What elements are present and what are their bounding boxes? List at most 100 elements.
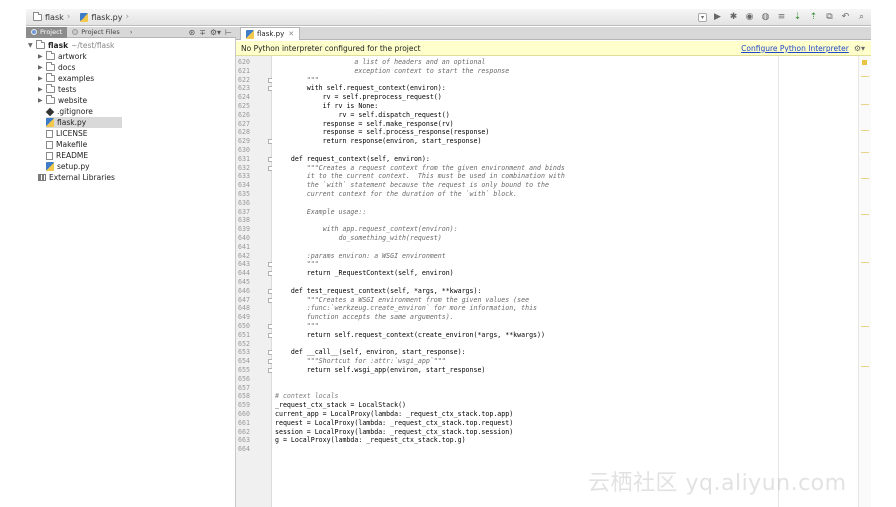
line-number: 630	[238, 146, 250, 154]
line-number-gutter[interactable]: 620 621 622 623 624 625 626 627 628 629 630 631 632 6…	[236, 56, 273, 507]
folder-icon	[46, 51, 55, 60]
code-line: """	[275, 75, 319, 84]
folder-icon	[36, 40, 45, 49]
hide-panel-icon[interactable]: ⊢	[225, 28, 232, 37]
stripe-marker[interactable]	[861, 76, 869, 77]
collapsed-arrow-icon[interactable]: ▶	[38, 97, 46, 104]
configure-interpreter-link[interactable]: Configure Python Interpreter	[741, 44, 849, 53]
tree-item-tests[interactable]: ▶ tests	[38, 84, 76, 95]
tree-item-label: README	[56, 151, 89, 160]
tab-project-label: Project	[40, 28, 63, 36]
folder-icon	[46, 73, 55, 82]
profile-icon[interactable]: ◍	[760, 12, 771, 23]
line-number: 623	[238, 84, 250, 93]
line-number: 663	[238, 436, 250, 445]
error-stripe[interactable]	[858, 56, 871, 507]
code-line: rv = self.dispatch_request()	[275, 110, 450, 119]
tree-item-setup-py[interactable]: setup.py	[46, 161, 90, 172]
code-editor[interactable]: a list of headers and an optional except…	[272, 56, 858, 507]
collapse-all-icon[interactable]: ∓	[199, 28, 206, 37]
breadcrumb-file-label: flask.py	[91, 12, 123, 22]
python-file-icon	[80, 12, 89, 22]
code-line: with self.request_context(environ):	[275, 84, 446, 93]
code-line: :func:`werkzeug.create_environ` for more…	[275, 304, 538, 313]
project-files-icon	[72, 29, 79, 35]
vcs-update-icon[interactable]: ⇣	[792, 12, 803, 23]
stripe-marker[interactable]	[861, 214, 869, 215]
code-line: # context locals	[275, 392, 339, 401]
code-line: do_something_with(request)	[275, 234, 442, 242]
settings-gear-icon[interactable]: ⚙▾	[210, 28, 221, 37]
collapsed-arrow-icon[interactable]: ▶	[38, 86, 46, 93]
tree-item-makefile[interactable]: Makefile	[46, 139, 87, 150]
line-number: 661	[238, 418, 250, 427]
tree-root-path: ~/test/flask	[71, 41, 115, 50]
editor-tab-flask-py[interactable]: flask.py ✕	[240, 27, 301, 40]
code-line: """Creates a request context from the gi…	[275, 163, 565, 172]
code-line: response = self.make_response(rv)	[275, 119, 454, 128]
tree-item-flask-py[interactable]: flask.py	[46, 117, 122, 128]
folder-icon	[46, 62, 55, 71]
tree-item-website[interactable]: ▶ website	[38, 95, 87, 106]
warning-status-icon[interactable]	[862, 60, 867, 65]
code-line: with app.request_context(environ):	[275, 225, 458, 234]
tab-project-files-label: Project Files	[81, 28, 120, 36]
collapsed-arrow-icon[interactable]: ▶	[38, 75, 46, 82]
tab-project[interactable]: Project	[26, 26, 68, 38]
stripe-marker[interactable]	[861, 152, 869, 153]
tree-item-examples[interactable]: ▶ examples	[38, 73, 94, 84]
stripe-marker[interactable]	[861, 326, 869, 327]
code-line: _request_ctx_stack = LocalStack()	[275, 401, 407, 410]
stripe-marker[interactable]	[861, 366, 869, 367]
build-icon[interactable]: ≡	[776, 12, 787, 23]
search-icon[interactable]: ⌕	[856, 12, 867, 23]
editor-tab-label: flask.py	[257, 30, 285, 38]
code-line: Example usage::	[275, 207, 367, 216]
code-line: current_app = LocalProxy(lambda: _reques…	[275, 410, 514, 418]
code-line: """Shortcut for :attr:`wsgi_app`"""	[275, 357, 446, 366]
code-line: rv = self.preprocess_request()	[275, 93, 442, 102]
line-number: 654	[238, 357, 250, 366]
line-number: 660	[238, 410, 250, 418]
folder-icon	[46, 84, 55, 93]
tree-item-external-libraries[interactable]: External Libraries	[38, 172, 115, 183]
breadcrumb-file[interactable]: flask.py ›	[77, 10, 132, 24]
sync-icon[interactable]: ⊛	[188, 28, 195, 37]
breadcrumb-project[interactable]: flask ›	[30, 10, 73, 24]
line-number: 641	[238, 242, 250, 251]
project-tree: ▼ flask ~/test/flask ▶ artwork ▶ docs ▶ …	[26, 38, 236, 507]
stripe-marker[interactable]	[861, 262, 869, 263]
line-number: 635	[238, 190, 250, 198]
tree-item-label: examples	[58, 74, 95, 83]
code-line: def test_request_context(self, *args, **…	[275, 286, 482, 295]
stripe-marker[interactable]	[861, 104, 869, 105]
tree-item-gitignore[interactable]: .gitignore	[45, 106, 93, 117]
stripe-marker[interactable]	[861, 130, 869, 131]
vcs-commit-icon[interactable]: ⇡	[808, 12, 819, 23]
collapsed-arrow-icon[interactable]: ▶	[38, 53, 46, 60]
banner-settings-gear-icon[interactable]: ⚙▾	[854, 44, 865, 53]
tree-item-artwork[interactable]: ▶ artwork	[38, 51, 87, 62]
close-tab-icon[interactable]: ✕	[288, 30, 294, 38]
collapsed-arrow-icon[interactable]: ▶	[38, 64, 46, 71]
debug-icon[interactable]: ✱	[728, 12, 739, 23]
folder-icon	[46, 95, 55, 104]
tree-item-docs[interactable]: ▶ docs	[38, 62, 75, 73]
tree-item-readme[interactable]: README	[46, 150, 88, 161]
tab-overflow-chevron-icon[interactable]: ›	[125, 27, 138, 38]
tab-project-files[interactable]: Project Files	[67, 27, 125, 38]
tree-root-flask[interactable]: ▼ flask ~/test/flask	[28, 40, 114, 51]
stripe-marker[interactable]	[861, 178, 869, 179]
line-number: 642	[238, 251, 250, 260]
tree-item-license[interactable]: LICENSE	[46, 128, 87, 139]
expanded-arrow-icon[interactable]: ▼	[28, 42, 36, 49]
tree-root-label: flask	[48, 41, 69, 50]
coverage-icon[interactable]: ◉	[744, 12, 755, 23]
run-config-dropdown-icon[interactable]: ▾	[698, 12, 707, 22]
run-icon[interactable]: ▶	[712, 12, 723, 23]
watermark: 云栖社区 yq.aliyun.com	[588, 471, 847, 496]
revert-icon[interactable]: ↶	[840, 12, 851, 23]
line-number: 628	[238, 128, 250, 137]
vcs-history-icon[interactable]: ⧉	[824, 12, 835, 23]
python-file-icon	[246, 29, 254, 39]
